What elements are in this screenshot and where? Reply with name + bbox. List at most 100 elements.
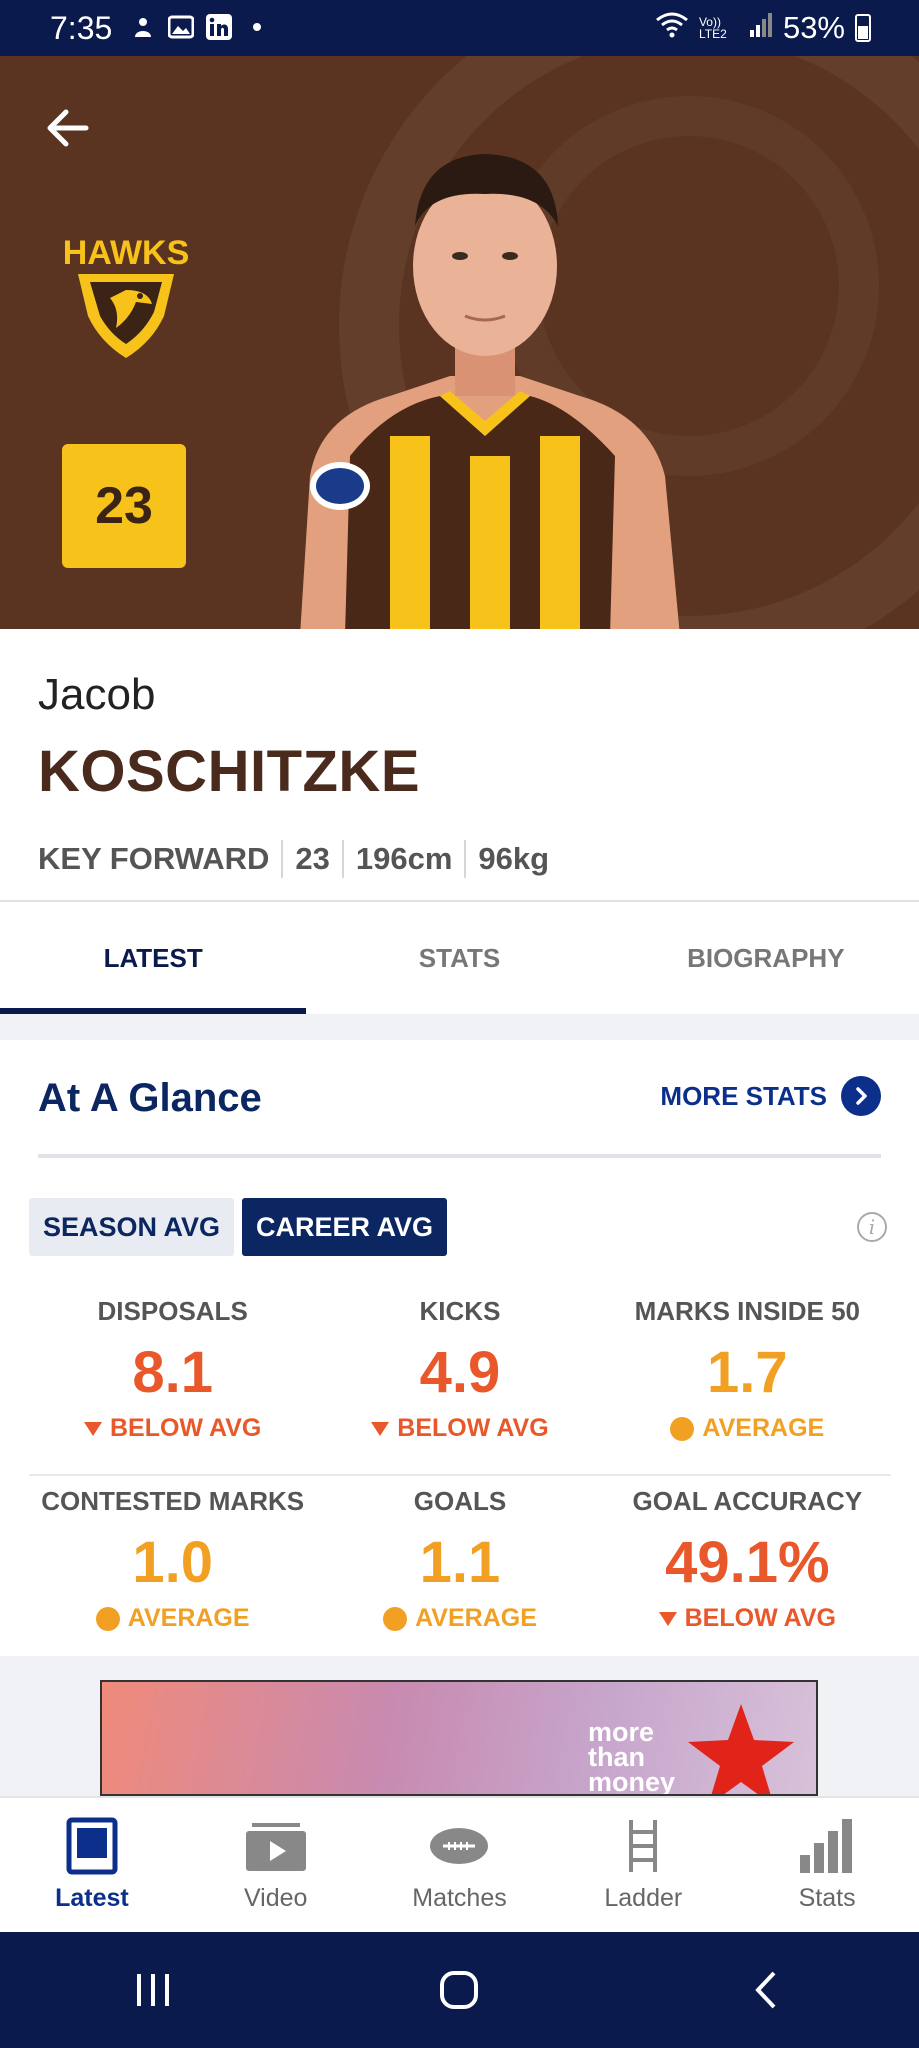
jersey-number-badge: 23 [62,444,186,568]
nav-label: Ladder [604,1884,683,1912]
system-navigation-bar [0,1932,919,2048]
latest-icon [62,1816,122,1876]
ad-text: more than money [588,1717,676,1796]
stats-row: DISPOSALS 8.1 BELOW AVG KICKS 4.9 BELOW … [29,1286,891,1476]
at-a-glance-title: At A Glance [38,1076,262,1120]
nav-matches[interactable]: Matches [368,1798,552,1932]
status-time: 7:35 [50,10,113,46]
player-height: 196cm [355,841,453,876]
stat-trend-label: BELOW AVG [109,1414,262,1442]
wifi-icon [655,10,689,46]
tab-stats[interactable]: STATS [306,902,612,1014]
career-avg-button[interactable]: CAREER AVG [242,1198,448,1256]
image-icon [168,14,194,40]
player-weight: 96kg [478,841,550,876]
tab-latest[interactable]: LATEST [0,902,307,1014]
hawks-logo: HAWKS [63,234,190,358]
notification-icons [130,14,270,40]
back-button[interactable] [40,100,96,156]
stat-label: MARKS INSIDE 50 [634,1296,861,1326]
nav-ladder[interactable]: Ladder [551,1798,735,1932]
profile-tabs: LATEST STATS BIOGRAPHY [0,902,919,1014]
player-photo [300,154,680,629]
home-icon [440,1971,479,2009]
player-position: KEY FORWARD [38,841,270,876]
down-triangle-icon [371,1421,390,1436]
dot-icon [670,1416,695,1441]
ladder-icon [613,1816,673,1876]
stat-value: 49.1% [665,1530,830,1595]
stat-trend: BELOW AVG [83,1414,262,1443]
stat-trend: AVERAGE [670,1414,824,1443]
club-logo-wordmark: HAWKS [63,234,190,272]
battery-icon [855,14,871,42]
dot-icon [383,1606,408,1631]
more-stats-link[interactable]: MORE STATS [660,1076,881,1116]
nav-label: Stats [798,1884,856,1912]
chevron-left-icon [755,1971,776,2009]
network-label: Vo)) LTE2 [698,15,727,41]
stat-label: GOALS [413,1486,507,1516]
stat-value: 8.1 [132,1340,213,1405]
avg-toggle: SEASON AVG CAREER AVG [29,1198,448,1256]
stat-goals: GOALS 1.1 AVERAGE [316,1476,603,1666]
stat-goal-accuracy: GOAL ACCURACY 49.1% BELOW AVG [604,1476,891,1666]
stat-label: DISPOSALS [97,1296,248,1326]
recents-button[interactable] [113,1960,193,2020]
ad-banner[interactable]: more than money [100,1680,818,1796]
stat-trend: BELOW AVG [371,1414,549,1443]
stat-value: 4.9 [419,1340,501,1405]
stat-value: 1.0 [132,1530,213,1595]
down-triangle-icon [658,1611,677,1626]
divider [38,1154,881,1158]
player-games: 23 [295,841,330,876]
player-meta-row: KEY FORWARD 23 196cm 96kg [38,840,549,878]
season-avg-button[interactable]: SEASON AVG [29,1198,235,1256]
video-icon [245,1816,306,1876]
player-first-name: Jacob [38,670,156,719]
stat-label: KICKS [419,1296,501,1326]
home-button[interactable] [419,1960,499,2020]
stat-trend-label: BELOW AVG [684,1604,837,1632]
system-back-button[interactable] [726,1960,806,2020]
meta-separator [464,840,467,878]
signal-icon [749,10,773,46]
stat-trend-label: BELOW AVG [397,1414,549,1442]
section-spacer [0,1014,919,1040]
nav-label: Matches [412,1884,507,1912]
player-hero: HAWKS 23 [0,56,919,629]
tab-biography[interactable]: BIOGRAPHY [613,902,919,1014]
dot-icon [244,14,270,40]
meta-separator [281,840,284,878]
stat-trend: BELOW AVG [658,1604,837,1633]
linkedin-icon [206,14,232,40]
bottom-navigation: Latest Video Matches Ladder Stats [0,1796,919,1932]
nav-latest[interactable]: Latest [0,1798,184,1932]
nab-star-icon [688,1704,794,1794]
stat-trend-label: AVERAGE [702,1414,825,1442]
notification-app-icon [130,14,156,40]
stat-label: CONTESTED MARKS [41,1486,305,1516]
nav-stats[interactable]: Stats [735,1798,919,1932]
recents-icon [137,1974,170,2006]
stat-trend-label: AVERAGE [415,1604,537,1632]
down-triangle-icon [83,1421,102,1436]
football-icon [429,1816,489,1876]
nav-video[interactable]: Video [184,1798,368,1932]
info-icon[interactable]: i [857,1212,887,1242]
stat-contested-marks: CONTESTED MARKS 1.0 AVERAGE [29,1476,316,1666]
nav-label: Video [243,1884,308,1912]
system-status-icons: Vo)) LTE2 53% [655,10,871,46]
nav-label: Latest [55,1884,129,1912]
more-stats-label: MORE STATS [660,1080,827,1111]
dot-icon [95,1606,120,1631]
meta-separator [341,840,344,878]
stat-marks-inside-50: MARKS INSIDE 50 1.7 AVERAGE [604,1286,891,1474]
stat-value: 1.7 [707,1340,788,1405]
stat-disposals: DISPOSALS 8.1 BELOW AVG [29,1286,316,1474]
chevron-right-icon [841,1076,881,1116]
stat-trend: AVERAGE [95,1604,250,1633]
battery-percent: 53% [782,10,845,45]
status-bar: 7:35 Vo)) LTE2 53% [0,0,919,56]
stat-trend: AVERAGE [383,1604,537,1633]
